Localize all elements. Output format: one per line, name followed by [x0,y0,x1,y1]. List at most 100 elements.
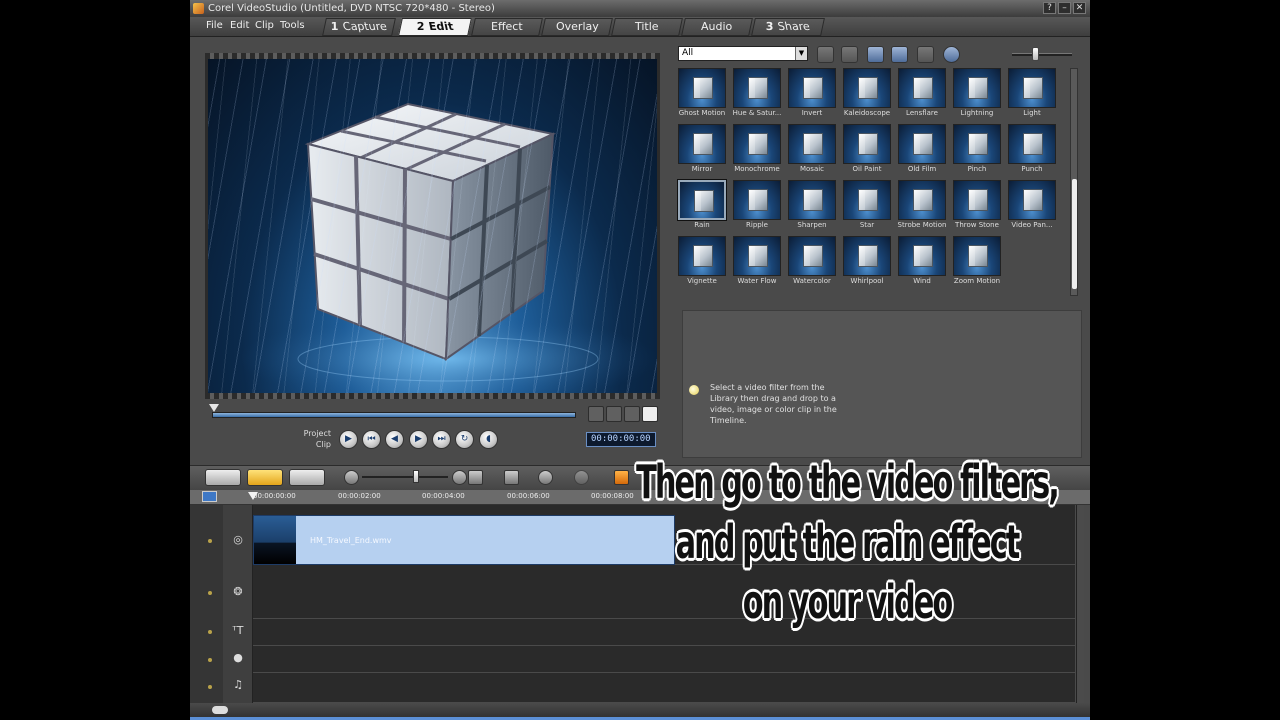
menu-edit[interactable]: Edit [230,20,249,31]
filter-thumbnail[interactable]: Video Pan... [1008,180,1056,236]
menu-clip[interactable]: Clip [255,20,274,31]
sort-icon[interactable] [891,46,908,63]
project-mode-label[interactable]: Project [291,429,331,438]
menu-file[interactable]: File [206,20,223,31]
filter-thumbnail[interactable]: Ripple [733,180,781,236]
minimize-button[interactable]: – [1058,2,1071,14]
title-track-icon[interactable]: ᵀT [230,623,246,639]
filter-thumbnail[interactable]: Whirlpool [843,236,891,292]
filter-label: Watercolor [793,277,831,285]
insert-media-icon[interactable] [504,470,519,485]
play-icon[interactable]: ▶ [339,430,358,449]
menu-tools[interactable]: Tools [280,20,305,31]
audio-view-button[interactable] [289,469,325,486]
volume-icon[interactable]: ◖ [479,430,498,449]
mark-out-button[interactable] [606,406,622,422]
filter-thumbnail[interactable]: Rain [678,180,726,236]
filter-thumbnail[interactable]: Old Film [898,124,946,180]
filter-thumbnail[interactable]: Mosaic [788,124,836,180]
step-back-icon[interactable]: ◀ [385,430,404,449]
music-track-lane[interactable] [253,673,1075,703]
enlarge-preview-icon[interactable] [642,406,658,422]
clip-mode-label[interactable]: Clip [291,440,331,449]
timecode-field[interactable]: 00:00:00:00 [586,432,656,447]
help-button[interactable]: ? [1043,2,1056,14]
filter-thumbnail[interactable]: Hue & Satur... [733,68,781,124]
filter-thumbnail[interactable]: Vignette [678,236,726,292]
track-lock-icon[interactable] [208,630,212,634]
track-lock-icon[interactable] [208,658,212,662]
filter-thumbnail[interactable]: Lightning [953,68,1001,124]
filter-thumbnail[interactable]: Punch [1008,124,1056,180]
filter-thumbnail[interactable]: Water Flow [733,236,781,292]
scrub-marker-icon[interactable] [209,404,219,412]
step-title-tab[interactable]: Title [611,18,683,36]
list-view-icon[interactable] [917,46,934,63]
timeline-nav-icon[interactable] [212,706,228,714]
step-audio-tab[interactable]: Audio [681,18,753,36]
filter-preview-image [788,180,836,220]
redo-icon[interactable] [574,470,589,485]
zoom-in-icon[interactable] [452,470,467,485]
close-button[interactable]: ✕ [1073,2,1086,14]
fit-project-icon[interactable] [468,470,483,485]
jump-start-icon[interactable]: ⏮ [362,430,381,449]
undo-icon[interactable] [538,470,553,485]
filter-thumbnail[interactable]: Zoom Motion [953,236,1001,292]
mark-in-button[interactable] [588,406,604,422]
repeat-icon[interactable]: ↻ [455,430,474,449]
video-track-icon[interactable]: ◎ [230,532,246,548]
voice-track-lane[interactable] [253,646,1075,673]
music-track-icon[interactable]: ♫ [230,677,246,693]
voice-track-icon[interactable]: ● [230,650,246,666]
chevron-down-icon[interactable]: ▼ [795,47,807,60]
cube-icon [693,133,713,155]
filter-thumbnail[interactable]: Invert [788,68,836,124]
add-folder-icon[interactable] [817,46,834,63]
library-category-dropdown[interactable]: All ▼ [678,46,808,61]
filter-thumbnail[interactable]: Monochrome [733,124,781,180]
cut-clip-button[interactable] [624,406,640,422]
filter-thumbnail[interactable]: Kaleidoscope [843,68,891,124]
filter-thumbnail[interactable]: Light [1008,68,1056,124]
timeline-view-button[interactable] [247,469,283,486]
timeline-zoom-slider[interactable] [362,476,448,478]
filter-preview-image [678,124,726,164]
library-manager-icon[interactable] [867,46,884,63]
filter-thumbnail[interactable]: Ghost Motion [678,68,726,124]
timeline-playhead[interactable] [248,492,258,500]
filter-thumbnail[interactable]: Lensflare [898,68,946,124]
library-scrollbar[interactable] [1070,68,1078,296]
import-icon[interactable] [841,46,858,63]
track-manager-icon[interactable] [202,491,217,502]
filter-thumbnail[interactable]: Pinch [953,124,1001,180]
step-overlay-tab[interactable]: Overlay [541,18,613,36]
step-forward-icon[interactable]: ▶ [409,430,428,449]
storyboard-view-button[interactable] [205,469,241,486]
library-scroll-thumb[interactable] [1072,179,1077,289]
step-edit-tab[interactable]: 2Edit [398,18,472,36]
zoom-out-icon[interactable] [344,470,359,485]
track-lock-icon[interactable] [208,539,212,543]
filter-thumbnail[interactable]: Strobe Motion [898,180,946,236]
thumbnail-size-handle[interactable] [1032,47,1039,61]
step-capture-tab[interactable]: 1Capture [322,18,396,36]
track-lock-icon[interactable] [208,685,212,689]
filter-thumbnail[interactable]: Wind [898,236,946,292]
preview-video[interactable] [208,59,657,393]
filter-thumbnail[interactable]: Throw Stone [953,180,1001,236]
step-effect-tab[interactable]: Effect [471,18,543,36]
track-lock-icon[interactable] [208,591,212,595]
filter-thumbnail[interactable]: Oil Paint [843,124,891,180]
filter-thumbnail[interactable]: Sharpen [788,180,836,236]
jump-end-icon[interactable]: ⏭ [432,430,451,449]
filter-thumbnail[interactable]: Watercolor [788,236,836,292]
timeline-zoom-handle[interactable] [413,470,419,483]
filter-thumbnail[interactable]: Star [843,180,891,236]
step-share-tab[interactable]: 3Share [751,18,825,36]
thumbnail-size-slider[interactable] [1012,53,1072,56]
filter-thumbnail[interactable]: Mirror [678,124,726,180]
library-options-icon[interactable] [943,46,960,63]
overlay-track-icon[interactable]: ❂ [230,584,246,600]
preview-scrub-bar[interactable] [212,412,576,418]
